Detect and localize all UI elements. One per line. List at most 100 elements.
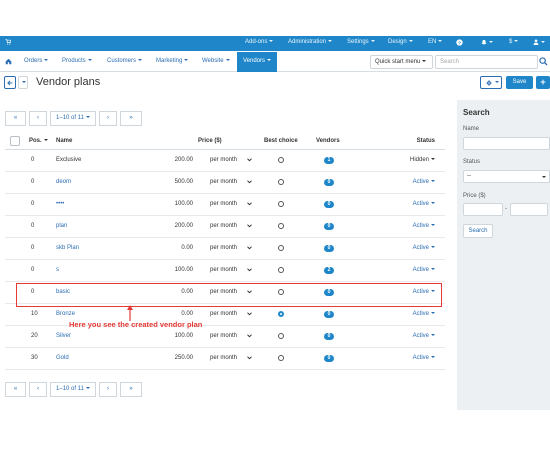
price-to-field[interactable] [510,203,548,216]
row-plan-name[interactable]: plan [56,223,67,229]
cart-icon[interactable] [5,39,11,45]
row-plan-name[interactable]: Gold [56,355,69,361]
best-choice-radio[interactable] [278,333,284,339]
chevron-down-icon[interactable] [247,180,252,184]
row-position[interactable]: 0 [31,223,34,229]
row-price[interactable]: 100.00 [160,333,193,339]
nav-marketing[interactable]: Marketing [156,58,189,64]
vendors-count-badge[interactable]: 0 [324,223,334,230]
row-status-dropdown[interactable]: Active [385,311,435,317]
row-period-select[interactable]: per month [210,245,237,251]
best-choice-radio[interactable] [278,267,284,273]
row-plan-name[interactable]: deom [56,179,71,185]
row-period-select[interactable]: per month [210,201,237,207]
col-pos-header[interactable]: Pos. [29,138,48,144]
row-status-dropdown[interactable]: Active [385,245,435,251]
row-period-select[interactable]: per month [210,267,237,273]
next-page-button[interactable]: › [99,111,117,126]
last-page-button[interactable]: » [120,111,142,126]
menu-design[interactable]: Design [388,39,413,45]
row-plan-name[interactable]: s [56,267,59,273]
menu-language[interactable]: EN [428,39,443,45]
row-price[interactable]: 0.00 [160,245,193,251]
nav-products[interactable]: Products [62,58,92,64]
first-page-button[interactable]: « [5,111,26,126]
row-period-select[interactable]: per month [210,157,237,163]
chevron-down-icon[interactable] [247,312,252,316]
row-position[interactable]: 0 [31,157,34,163]
row-status-dropdown[interactable]: Active [385,355,435,361]
chevron-down-icon[interactable] [247,158,252,162]
chevron-down-icon[interactable] [247,224,252,228]
row-price[interactable]: 500.00 [160,179,193,185]
nav-website[interactable]: Website [202,58,230,64]
vendors-count-badge[interactable]: 2 [324,267,334,274]
best-choice-radio[interactable] [278,355,284,361]
row-period-select[interactable]: per month [210,311,237,317]
row-status-dropdown[interactable]: Hidden [385,157,435,163]
row-price[interactable]: 200.00 [160,223,193,229]
bell-icon[interactable] [481,39,493,46]
best-choice-radio[interactable] [278,245,284,251]
best-choice-radio[interactable] [278,311,284,317]
row-plan-name[interactable]: skb Plan [56,245,79,251]
row-position[interactable]: 10 [31,311,38,317]
best-choice-radio[interactable] [278,223,284,229]
row-period-select[interactable]: per month [210,179,237,185]
page-dropdown-button[interactable] [18,76,28,89]
nav-orders[interactable]: Orders [24,58,49,64]
row-price[interactable]: 0.00 [160,311,193,317]
first-page-button[interactable]: « [5,382,26,397]
row-status-dropdown[interactable]: Active [385,179,435,185]
row-price[interactable]: 250.00 [160,355,193,361]
page-range-dropdown[interactable]: 1–10 of 11 [50,382,96,397]
row-plan-name[interactable]: •••• [56,201,64,207]
row-position[interactable]: 0 [31,201,34,207]
row-status-dropdown[interactable]: Active [385,201,435,207]
prev-page-button[interactable]: ‹ [29,382,47,397]
best-choice-radio[interactable] [278,201,284,207]
add-plan-button[interactable]: + [536,76,550,89]
col-status-header[interactable]: Status [410,138,435,144]
row-position[interactable]: 0 [31,245,34,251]
chevron-down-icon[interactable] [247,356,252,360]
row-status-dropdown[interactable]: Active [385,333,435,339]
chevron-down-icon[interactable] [247,202,252,206]
row-plan-name[interactable]: Bronze [56,311,75,317]
vendors-count-badge[interactable]: 0 [324,245,334,252]
menu-currency[interactable]: $ [509,39,519,45]
prev-page-button[interactable]: ‹ [29,111,47,126]
help-icon[interactable]: ? [456,39,463,46]
user-icon[interactable] [533,39,545,46]
page-range-dropdown[interactable]: 1–10 of 11 [50,111,96,126]
menu-settings[interactable]: Settings [347,39,375,45]
name-field[interactable] [463,137,550,150]
row-period-select[interactable]: per month [210,223,237,229]
search-icon[interactable] [539,57,548,66]
next-page-button[interactable]: › [99,382,117,397]
vendors-count-badge[interactable]: 0 [324,333,334,340]
vendors-count-badge[interactable]: 0 [324,355,334,362]
row-status-dropdown[interactable]: Active [385,223,435,229]
row-period-select[interactable]: per month [210,355,237,361]
vendors-count-badge[interactable]: 0 [324,311,334,318]
vendors-count-badge[interactable]: 1 [324,157,334,164]
best-choice-radio[interactable] [278,179,284,185]
vendors-count-badge[interactable]: 0 [324,201,334,208]
row-position[interactable]: 20 [31,333,38,339]
search-button[interactable]: Search [463,224,493,238]
nav-vendors[interactable]: Vendors [237,52,278,72]
best-choice-radio[interactable] [278,157,284,163]
row-price[interactable]: 200.00 [160,157,193,163]
row-price[interactable]: 100.00 [160,267,193,273]
home-icon[interactable] [5,58,12,65]
menu-addons[interactable]: Add-ons [245,39,274,45]
last-page-button[interactable]: » [120,382,142,397]
row-price[interactable]: 100.00 [160,201,193,207]
price-from-field[interactable] [463,203,503,216]
col-name-header[interactable]: Name [56,138,72,144]
select-all-checkbox[interactable] [10,136,20,146]
menu-administration[interactable]: Administration [288,39,333,45]
row-plan-name[interactable]: Exclusive [56,157,81,163]
chevron-down-icon[interactable] [247,334,252,338]
